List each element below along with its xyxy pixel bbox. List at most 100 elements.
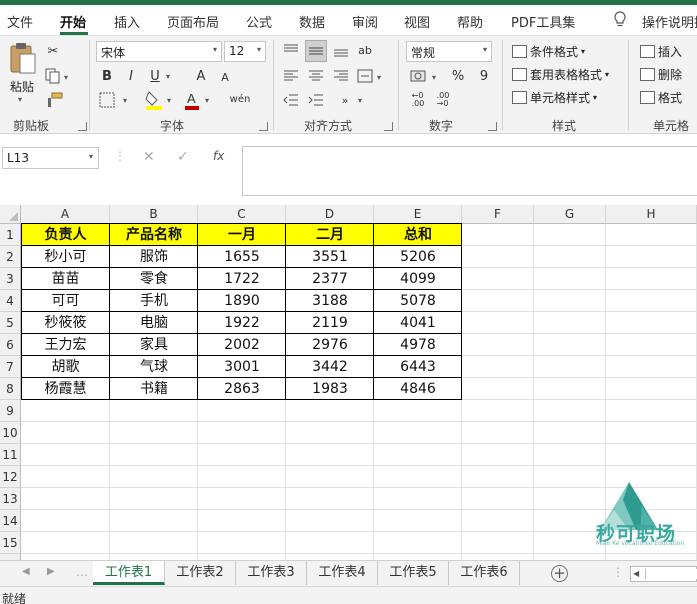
font-color-icon[interactable]: A [184,90,200,110]
table-header-cell[interactable]: 产品名称 [110,224,198,246]
copy-icon[interactable] [45,68,61,84]
wrap-orientation-icon[interactable]: » [336,91,354,109]
scroll-left-icon[interactable]: ◀ [633,569,639,578]
paste-dropdown-icon[interactable]: ▾ [18,95,22,104]
horizontal-scrollbar[interactable]: ◀ [630,566,697,582]
align-center-icon[interactable] [308,68,324,84]
tab-pdf-tools[interactable]: PDF工具集 [511,12,575,31]
decrease-decimal-icon[interactable]: .00 →0 [434,91,452,109]
underline-dropdown-icon[interactable]: ▾ [166,72,170,81]
sheet-tab[interactable]: 工作表6 [449,561,520,585]
tab-formulas[interactable]: 公式 [246,12,272,31]
column-header[interactable]: E [374,205,462,224]
row-header[interactable]: 5 [0,312,21,334]
table-header-cell[interactable]: 负责人 [21,224,110,246]
conditional-formatting-button[interactable]: 条件格式 ▾ [512,43,585,60]
tab-data[interactable]: 数据 [299,12,325,31]
table-cell[interactable]: 气球 [110,356,198,378]
table-cell[interactable]: 家具 [110,334,198,356]
sheet-tab[interactable]: 工作表2 [165,561,236,585]
table-cell[interactable]: 电脑 [110,312,198,334]
row-header[interactable]: 10 [0,422,21,444]
table-cell[interactable]: 1722 [198,268,286,290]
column-header[interactable]: A [21,205,110,224]
clipboard-launcher-icon[interactable] [78,122,87,131]
table-cell[interactable]: 4978 [374,334,462,356]
table-cell[interactable]: 5206 [374,246,462,268]
sheet-tab[interactable]: 工作表3 [236,561,307,585]
fill-color-icon[interactable] [145,90,163,110]
borders-dropdown-icon[interactable]: ▾ [123,96,127,105]
phonetic-guide-button[interactable]: wén [230,90,251,108]
row-header[interactable]: 11 [0,444,21,466]
bottom-align-icon[interactable] [333,42,349,58]
table-cell[interactable]: 胡歌 [21,356,110,378]
paste-label[interactable]: 粘贴 [10,78,34,95]
table-cell[interactable]: 手机 [110,290,198,312]
table-cell[interactable]: 2863 [198,378,286,400]
number-format-combo[interactable]: 常规 ▾ [406,41,492,62]
next-sheet-icon[interactable]: ▶ [47,566,55,577]
select-all-corner[interactable] [0,205,21,224]
fill-color-dropdown-icon[interactable]: ▾ [167,96,171,105]
accounting-dropdown-icon[interactable]: ▾ [432,73,436,82]
orientation-icon[interactable]: ab [356,41,374,59]
column-header[interactable]: B [110,205,198,224]
decrease-font-button[interactable]: A [218,69,232,85]
row-header[interactable]: 15 [0,532,21,554]
row-header[interactable]: 9 [0,400,21,422]
tab-page-layout[interactable]: 页面布局 [167,12,219,31]
column-header[interactable]: D [286,205,374,224]
table-cell[interactable]: 苗苗 [21,268,110,290]
table-cell[interactable]: 秒筱筱 [21,312,110,334]
row-header[interactable]: 3 [0,268,21,290]
row-header[interactable]: 7 [0,356,21,378]
table-cell[interactable]: 3442 [286,356,374,378]
font-launcher-icon[interactable] [259,122,268,131]
row-header[interactable]: 1 [0,224,21,246]
align-left-icon[interactable] [283,68,299,84]
prev-sheet-icon[interactable]: ◀ [22,566,30,577]
underline-button[interactable]: U [147,67,163,85]
paste-icon[interactable] [8,42,38,76]
orientation-dropdown-icon[interactable]: ▾ [358,96,362,105]
table-cell[interactable]: 1983 [286,378,374,400]
cell-styles-button[interactable]: 单元格样式 ▾ [512,89,597,106]
font-size-combo[interactable]: 12 ▾ [224,41,266,62]
insert-cells-button[interactable]: 插入 [640,43,682,60]
align-right-icon[interactable] [333,68,349,84]
row-header[interactable]: 2 [0,246,21,268]
sheet-tab[interactable]: 工作表4 [307,561,378,585]
alignment-launcher-icon[interactable] [384,122,393,131]
table-cell[interactable]: 1922 [198,312,286,334]
more-sheets-left-icon[interactable]: … [76,565,88,579]
increase-indent-icon[interactable] [308,92,324,108]
table-cell[interactable]: 秒小可 [21,246,110,268]
borders-icon[interactable] [99,92,115,108]
table-cell[interactable]: 1655 [198,246,286,268]
table-cell[interactable]: 1890 [198,290,286,312]
decrease-indent-icon[interactable] [283,92,299,108]
table-cell[interactable]: 2002 [198,334,286,356]
column-header[interactable]: C [198,205,286,224]
table-cell[interactable]: 可可 [21,290,110,312]
insert-function-icon[interactable]: fx [213,149,224,163]
tab-view[interactable]: 视图 [404,12,430,31]
sheet-tab[interactable]: 工作表1 [93,561,165,585]
sheet-tab[interactable]: 工作表5 [378,561,449,585]
tell-me-search[interactable]: 操作说明搜 [642,12,697,31]
row-header[interactable]: 14 [0,510,21,532]
font-name-combo[interactable]: 宋体 ▾ [96,41,222,62]
table-cell[interactable]: 服饰 [110,246,198,268]
scrollbar-thumb[interactable] [645,569,697,579]
name-box[interactable]: L13 ▾ [2,147,99,169]
percent-style-button[interactable]: % [450,67,466,85]
table-cell[interactable]: 4041 [374,312,462,334]
merge-center-icon[interactable] [357,68,373,84]
tab-help[interactable]: 帮助 [457,12,483,31]
accounting-format-icon[interactable] [410,68,428,84]
format-painter-icon[interactable] [45,92,63,108]
table-cell[interactable]: 杨霞慧 [21,378,110,400]
table-cell[interactable]: 书籍 [110,378,198,400]
column-header[interactable]: G [534,205,606,224]
